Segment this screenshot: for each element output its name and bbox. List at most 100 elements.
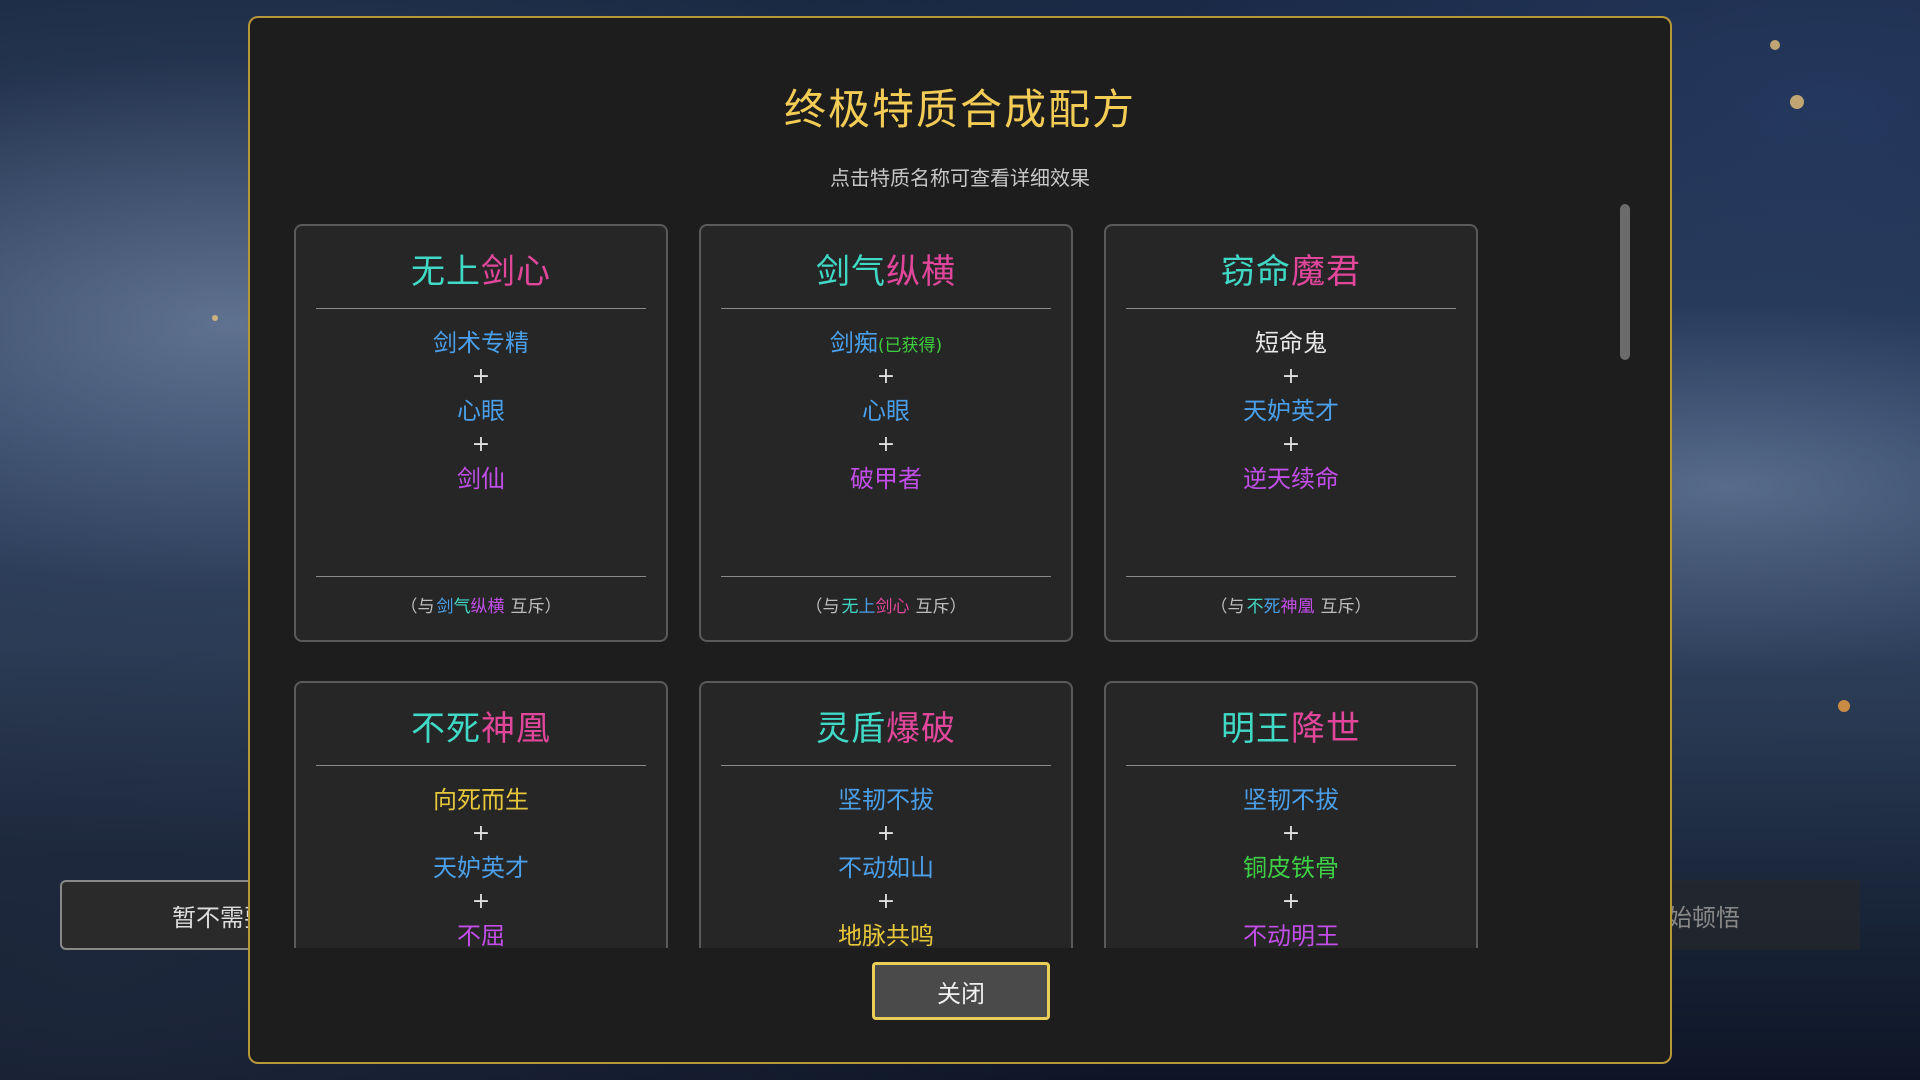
recipe-card: 明王降世坚韧不拔 + 铜皮铁骨 + 不动明王: [1104, 681, 1478, 948]
recipe-card: 剑气纵横剑痴(已获得) + 心眼 + 破甲者 （与 无上剑心 互斥）: [699, 224, 1073, 642]
ingredient-name: 坚韧不拔: [1243, 786, 1339, 814]
ingredient-trait[interactable]: 逆天续命: [1106, 462, 1476, 496]
ingredient-name: 心眼: [457, 397, 505, 425]
ingredient-name: 剑术专精: [433, 329, 529, 357]
divider: [1126, 308, 1456, 309]
divider: [316, 308, 646, 309]
ingredient-list: 坚韧不拔 + 铜皮铁骨 + 不动明王: [1106, 783, 1476, 948]
plus-sign: +: [876, 432, 896, 457]
divider: [316, 576, 646, 577]
ingredient-trait[interactable]: 天妒英才: [1106, 394, 1476, 428]
card-title[interactable]: 明王降世: [1106, 701, 1476, 750]
exclusive-trait-segment: 气: [453, 597, 471, 617]
exclusive-suffix: 互斥）: [510, 597, 562, 617]
ingredient-trait[interactable]: 铜皮铁骨: [1106, 851, 1476, 885]
ingredient-name: 不屈: [457, 922, 505, 948]
exclusive-suffix: 互斥）: [1320, 597, 1372, 617]
modal-subtitle: 点击特质名称可查看详细效果: [830, 166, 1090, 190]
ingredient-trait[interactable]: 向死而生: [296, 783, 666, 817]
card-title-segment: 明王: [1221, 709, 1291, 749]
ingredient-name: 剑痴: [829, 329, 878, 357]
exclusive-prefix: （与: [805, 597, 840, 617]
ingredient-name: 向死而生: [433, 786, 529, 814]
divider: [1126, 576, 1456, 577]
ingredient-list: 短命鬼 + 天妒英才 + 逆天续命: [1106, 326, 1476, 496]
exclusive-trait-segment: 不: [1246, 597, 1264, 617]
ingredient-trait[interactable]: 坚韧不拔: [1106, 783, 1476, 817]
ingredient-trait[interactable]: 短命鬼: [1106, 326, 1476, 360]
ingredient-trait[interactable]: 剑术专精: [296, 326, 666, 360]
plus-sign: +: [471, 889, 491, 914]
modal-title: 终极特质合成配方: [783, 85, 1136, 134]
ingredient-list: 剑痴(已获得) + 心眼 + 破甲者: [701, 326, 1071, 496]
recipe-card: 不死神凰向死而生 + 天妒英才 + 不屈: [294, 681, 668, 948]
exclusive-trait-segment: 剑: [436, 597, 454, 617]
card-title[interactable]: 剑气纵横: [701, 244, 1071, 293]
ingredient-trait[interactable]: 不动如山: [701, 851, 1071, 885]
recipe-card: 窃命魔君 短命鬼 + 天妒英才 + 逆天续命 （与 不死神凰 互斥）: [1104, 224, 1478, 642]
divider: [721, 765, 1051, 766]
ingredient-trait[interactable]: 坚韧不拔: [701, 783, 1071, 817]
recipe-grid[interactable]: 无上剑心 剑术专精 + 心眼 + 剑仙 （与 剑气纵横 互斥） 剑气纵横 剑痴(已获得) + 心眼 + 破甲…: [294, 204, 1634, 948]
ingredient-name: 不动明王: [1243, 922, 1339, 948]
divider: [721, 576, 1051, 577]
plus-sign: +: [1281, 432, 1301, 457]
plus-sign: +: [1281, 889, 1301, 914]
ingredient-trait[interactable]: 天妒英才: [296, 851, 666, 885]
exclusive-note: （与 不死神凰 互斥）: [1106, 592, 1476, 617]
card-title-segment: 魔君: [1291, 252, 1361, 292]
ingredient-trait[interactable]: 地脉共鸣: [701, 919, 1071, 948]
card-title-segment: 爆破: [886, 709, 956, 749]
divider: [721, 308, 1051, 309]
divider: [316, 765, 646, 766]
exclusive-trait-link[interactable]: 不死神凰: [1247, 597, 1315, 617]
ingredient-list: 坚韧不拔 + 不动如山 + 地脉共鸣: [701, 783, 1071, 948]
star-decoration: [1770, 40, 1780, 50]
ingredient-name: 逆天续命: [1243, 465, 1339, 493]
ingredient-trait[interactable]: 剑痴(已获得): [701, 326, 1071, 360]
card-title-segment: 不死: [411, 709, 481, 749]
exclusive-note: （与 剑气纵横 互斥）: [296, 592, 666, 617]
card-title-segment: 纵横: [886, 252, 956, 292]
exclusive-trait-link[interactable]: 无上剑心: [842, 597, 910, 617]
ingredient-trait[interactable]: 剑仙: [296, 462, 666, 496]
recipe-card: 灵盾爆破 坚韧不拔 + 不动如山 + 地脉共鸣: [699, 681, 1073, 948]
exclusive-suffix: 互斥）: [915, 597, 967, 617]
ingredient-trait[interactable]: 心眼: [701, 394, 1071, 428]
card-title[interactable]: 无上剑心: [296, 244, 666, 293]
exclusive-trait-segment: 无: [841, 597, 859, 617]
ingredient-name: 剑仙: [457, 465, 505, 493]
card-title[interactable]: 不死神凰: [296, 701, 666, 750]
ingredient-name: 天妒英才: [433, 854, 529, 882]
ingredient-trait[interactable]: 破甲者: [701, 462, 1071, 496]
ingredient-trait[interactable]: 不屈: [296, 919, 666, 948]
ingredient-name: 天妒英才: [1243, 397, 1339, 425]
recipe-card: 无上剑心剑术专精 + 心眼 + 剑仙 （与 剑气纵横 互斥）: [294, 224, 668, 642]
ingredient-name: 破甲者: [850, 465, 922, 493]
ingredient-name: 短命鬼: [1255, 329, 1327, 357]
exclusive-trait-segment: 剑心: [875, 597, 910, 617]
plus-sign: +: [1281, 821, 1301, 846]
star-decoration: [212, 315, 218, 321]
ingredient-trait[interactable]: 心眼: [296, 394, 666, 428]
plus-sign: +: [471, 364, 491, 389]
plus-sign: +: [876, 889, 896, 914]
exclusive-trait-segment: 上: [858, 597, 876, 617]
plus-sign: +: [876, 364, 896, 389]
card-title[interactable]: 窃命魔君: [1106, 244, 1476, 293]
ingredient-trait[interactable]: 不动明王: [1106, 919, 1476, 948]
star-decoration: [1790, 95, 1804, 109]
scrollbar[interactable]: [1620, 204, 1630, 360]
acquired-badge: (已获得): [877, 336, 943, 356]
card-title-segment: 降世: [1291, 709, 1361, 749]
card-title[interactable]: 灵盾爆破: [701, 701, 1071, 750]
divider: [1126, 765, 1456, 766]
plus-sign: +: [471, 432, 491, 457]
star-decoration: [1838, 700, 1850, 712]
plus-sign: +: [471, 821, 491, 846]
exclusive-trait-link[interactable]: 剑气纵横: [437, 597, 505, 617]
close-button[interactable]: 关闭: [872, 962, 1050, 1020]
ingredient-name: 心眼: [862, 397, 910, 425]
card-title-segment: 剑气: [816, 252, 886, 292]
ingredient-name: 坚韧不拔: [838, 786, 934, 814]
